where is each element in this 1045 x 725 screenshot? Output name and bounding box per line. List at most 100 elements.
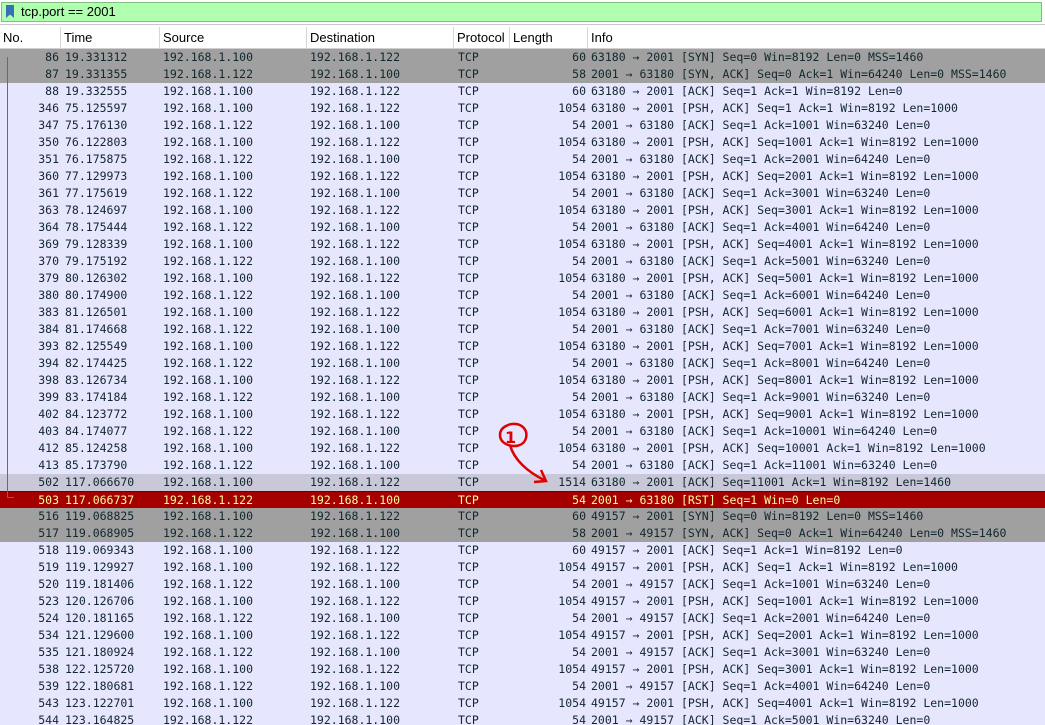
packet-row[interactable]: 523 120.126706 192.168.1.100 192.168.1.122 T… [0,593,1045,610]
packet-row[interactable]: 518 119.069343 192.168.1.100 192.168.1.122 T… [0,542,1045,559]
packet-destination: 192.168.1.100 [310,322,401,336]
packet-row[interactable]: 393 82.125549 192.168.1.100 192.168.1.122 TC… [0,338,1045,355]
packet-number: 412 [38,441,59,455]
packet-row[interactable]: 384 81.174668 192.168.1.122 192.168.1.100 TC… [0,321,1045,338]
packet-row[interactable]: 383 81.126501 192.168.1.100 192.168.1.122 TC… [0,304,1045,321]
packet-number: 369 [38,237,59,251]
packet-time: 119.181406 [65,577,135,591]
packet-destination: 192.168.1.122 [310,237,401,251]
packet-number: 538 [38,662,59,676]
packet-protocol: TCP [458,390,479,404]
packet-length: 54 [572,356,586,370]
packet-row[interactable]: 503 117.066737 192.168.1.122 192.168.1.100 T… [0,491,1045,509]
packet-row[interactable]: 86 19.331312 192.168.1.100 192.168.1.122 TCP… [0,49,1045,66]
column-header-time[interactable]: Time [61,27,160,48]
packet-row[interactable]: 369 79.128339 192.168.1.100 192.168.1.122 TC… [0,236,1045,253]
packet-protocol: TCP [458,713,479,725]
packet-time: 85.173790 [65,458,128,472]
packet-length: 1054 [558,662,586,676]
packet-source: 192.168.1.122 [163,356,254,370]
packet-row[interactable]: 517 119.068905 192.168.1.122 192.168.1.100 T… [0,525,1045,542]
packet-row[interactable]: 524 120.181165 192.168.1.122 192.168.1.100 T… [0,610,1045,627]
packet-info: 2001 → 49157 [ACK] Seq=1 Ack=2001 Win=64… [591,611,931,625]
packet-length: 1054 [558,339,586,353]
packet-length: 54 [572,390,586,404]
packet-time: 123.164825 [65,713,135,725]
packet-info: 2001 → 49157 [ACK] Seq=1 Ack=5001 Win=63… [591,713,931,725]
packet-time: 19.332555 [65,84,128,98]
packet-info: 49157 → 2001 [PSH, ACK] Seq=2001 Ack=1 W… [591,628,979,642]
packet-row[interactable]: 364 78.175444 192.168.1.122 192.168.1.100 TC… [0,219,1045,236]
packet-destination: 192.168.1.122 [310,475,401,489]
packet-info: 2001 → 63180 [SYN, ACK] Seq=0 Ack=1 Win=… [591,67,1007,81]
packet-info: 63180 → 2001 [PSH, ACK] Seq=7001 Ack=1 W… [591,339,979,353]
display-filter-input[interactable]: tcp.port == 2001 [1,2,1042,22]
packet-length: 54 [572,254,586,268]
packet-number: 398 [38,373,59,387]
packet-number: 413 [38,458,59,472]
packet-row[interactable]: 538 122.125720 192.168.1.100 192.168.1.122 T… [0,661,1045,678]
packet-info: 49157 → 2001 [PSH, ACK] Seq=1 Ack=1 Win=… [591,560,958,574]
column-header-no[interactable]: No. [0,27,61,48]
packet-row[interactable]: 534 121.129600 192.168.1.100 192.168.1.122 T… [0,627,1045,644]
packet-number: 403 [38,424,59,438]
packet-row[interactable]: 516 119.068825 192.168.1.100 192.168.1.122 T… [0,508,1045,525]
packet-row[interactable]: 351 76.175875 192.168.1.122 192.168.1.100 TC… [0,151,1045,168]
packet-source: 192.168.1.122 [163,322,254,336]
column-header-source[interactable]: Source [160,27,307,48]
packet-info: 2001 → 49157 [ACK] Seq=1 Ack=3001 Win=63… [591,645,931,659]
bookmark-icon[interactable] [5,5,15,19]
packet-destination: 192.168.1.122 [310,339,401,353]
conversation-tree-line [7,57,8,497]
packet-time: 117.066670 [65,475,135,489]
packet-row[interactable]: 380 80.174900 192.168.1.122 192.168.1.100 TC… [0,287,1045,304]
packet-protocol: TCP [458,424,479,438]
packet-number: 519 [38,560,59,574]
packet-length: 60 [572,543,586,557]
packet-protocol: TCP [458,135,479,149]
packet-length: 54 [572,645,586,659]
packet-protocol: TCP [458,220,479,234]
packet-row[interactable]: 347 75.176130 192.168.1.122 192.168.1.100 TC… [0,117,1045,134]
packet-row[interactable]: 379 80.126302 192.168.1.100 192.168.1.122 TC… [0,270,1045,287]
packet-row[interactable]: 399 83.174184 192.168.1.122 192.168.1.100 TC… [0,389,1045,406]
packet-row[interactable]: 544 123.164825 192.168.1.122 192.168.1.100 T… [0,712,1045,725]
packet-time: 83.126734 [65,373,128,387]
packet-info: 63180 → 2001 [PSH, ACK] Seq=6001 Ack=1 W… [591,305,979,319]
packet-row[interactable]: 88 19.332555 192.168.1.100 192.168.1.122 TCP… [0,83,1045,100]
packet-destination: 192.168.1.122 [310,135,401,149]
column-header-length[interactable]: Length [510,27,588,48]
packet-length: 1054 [558,203,586,217]
packet-row[interactable]: 363 78.124697 192.168.1.100 192.168.1.122 TC… [0,202,1045,219]
packet-row[interactable]: 361 77.175619 192.168.1.122 192.168.1.100 TC… [0,185,1045,202]
packet-time: 78.124697 [65,203,128,217]
packet-row[interactable]: 350 76.122803 192.168.1.100 192.168.1.122 TC… [0,134,1045,151]
packet-length: 54 [572,152,586,166]
packet-row[interactable]: 520 119.181406 192.168.1.122 192.168.1.100 T… [0,576,1045,593]
packet-row[interactable]: 394 82.174425 192.168.1.122 192.168.1.100 TC… [0,355,1045,372]
packet-number: 520 [38,577,59,591]
packet-time: 119.068825 [65,509,135,523]
column-header-destination[interactable]: Destination [307,27,454,48]
packet-destination: 192.168.1.100 [310,67,401,81]
packet-time: 122.125720 [65,662,135,676]
packet-destination: 192.168.1.100 [310,645,401,659]
packet-row[interactable]: 370 79.175192 192.168.1.122 192.168.1.100 TC… [0,253,1045,270]
packet-time: 84.123772 [65,407,128,421]
column-header-info[interactable]: Info [588,27,1045,48]
packet-row[interactable]: 539 122.180681 192.168.1.122 192.168.1.100 T… [0,678,1045,695]
packet-row[interactable]: 87 19.331355 192.168.1.122 192.168.1.100 TCP… [0,66,1045,83]
column-header-protocol[interactable]: Protocol [454,27,510,48]
packet-length: 54 [572,186,586,200]
packet-number: 88 [45,84,59,98]
packet-row[interactable]: 360 77.129973 192.168.1.100 192.168.1.122 TC… [0,168,1045,185]
packet-source: 192.168.1.100 [163,101,254,115]
packet-protocol: TCP [458,118,479,132]
packet-row[interactable]: 535 121.180924 192.168.1.122 192.168.1.100 T… [0,644,1045,661]
packet-source: 192.168.1.122 [163,424,254,438]
packet-time: 79.175192 [65,254,128,268]
packet-row[interactable]: 346 75.125597 192.168.1.100 192.168.1.122 TC… [0,100,1045,117]
packet-row[interactable]: 543 123.122701 192.168.1.100 192.168.1.122 T… [0,695,1045,712]
packet-row[interactable]: 519 119.129927 192.168.1.100 192.168.1.122 T… [0,559,1045,576]
packet-row[interactable]: 398 83.126734 192.168.1.100 192.168.1.122 TC… [0,372,1045,389]
